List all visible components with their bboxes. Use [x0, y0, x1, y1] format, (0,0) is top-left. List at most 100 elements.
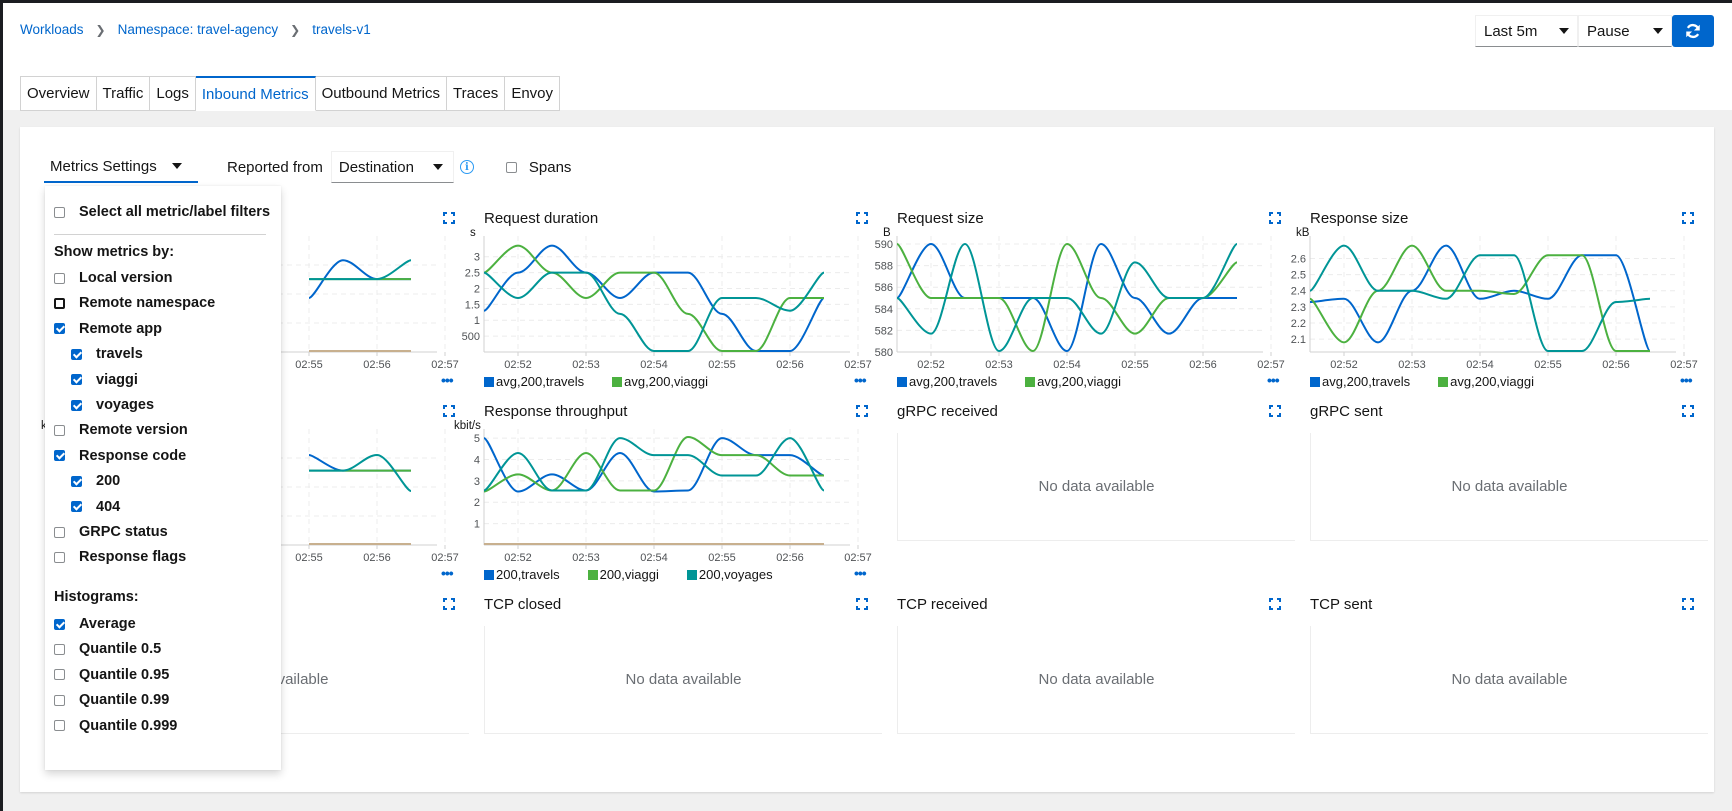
legend-item[interactable]: avg,200,viaggi [612, 374, 708, 389]
expand-icon[interactable] [856, 598, 868, 610]
checkbox[interactable] [71, 501, 82, 513]
more-options-icon[interactable]: ••• [854, 565, 867, 581]
checkbox[interactable] [71, 348, 82, 360]
legend-item[interactable]: avg,200,viaggi [1438, 374, 1534, 389]
legend-label: avg,200,travels [909, 374, 998, 389]
menu-item-remote-app[interactable]: Remote app [54, 321, 162, 337]
more-options-icon[interactable]: ••• [854, 372, 867, 388]
more-options-icon[interactable]: ••• [441, 372, 454, 388]
empty-panel-tcp-received: TCP received No data available [897, 596, 1295, 746]
more-options-icon[interactable]: ••• [441, 565, 454, 581]
series-line-200-voyages[interactable] [309, 453, 412, 492]
expand-icon[interactable] [1269, 212, 1281, 224]
chart-title: Request size [897, 210, 984, 227]
expand-icon[interactable] [443, 212, 455, 224]
breadcrumb-workloads[interactable]: Workloads [20, 22, 84, 37]
menu-item-response-flags[interactable]: Response flags [54, 549, 186, 565]
spans-checkbox[interactable]: Spans [505, 159, 571, 176]
checkbox[interactable] [71, 374, 82, 386]
tab-traces[interactable]: Traces [447, 76, 506, 111]
expand-icon[interactable] [1682, 598, 1694, 610]
tab-envoy[interactable]: Envoy [505, 76, 561, 111]
checkbox[interactable] [54, 297, 65, 309]
time-range-dropdown[interactable]: Last 5m [1475, 15, 1578, 47]
info-icon[interactable]: i [459, 160, 474, 174]
legend-item[interactable]: avg,200,viaggi [1025, 374, 1121, 389]
legend-item[interactable]: avg,200,travels [1310, 374, 1410, 389]
menu-item-grpc-status[interactable]: GRPC status [54, 524, 168, 540]
checkbox[interactable] [54, 669, 65, 681]
checkbox[interactable] [54, 618, 65, 630]
legend-item[interactable]: 200,viaggi [587, 567, 659, 582]
tab-overview[interactable]: Overview [20, 76, 97, 111]
x-tick-label: 02:52 [504, 552, 532, 564]
expand-icon[interactable] [1269, 405, 1281, 417]
checkbox[interactable] [54, 450, 65, 462]
expand-icon[interactable] [443, 405, 455, 417]
more-options-icon[interactable]: ••• [1267, 372, 1280, 388]
tab-inbound-metrics[interactable]: Inbound Metrics [195, 76, 316, 111]
legend-item[interactable]: 200,travels [484, 567, 560, 582]
menu-item-label: Quantile 0.999 [79, 717, 178, 734]
chart-plot: 02:52 02:53 02:54 02:55 02:56 02:57 1 2 3 4 5 [474, 429, 872, 564]
tab-logs[interactable]: Logs [150, 76, 196, 111]
checkbox[interactable] [71, 399, 82, 411]
menu-item-viaggi[interactable]: viaggi [71, 372, 138, 388]
expand-icon[interactable] [1682, 405, 1694, 417]
breadcrumb: Workloads ❯ Namespace: travel-agency ❯ t… [20, 22, 371, 37]
menu-item-label: 404 [96, 498, 121, 515]
menu-item-average[interactable]: Average [54, 616, 136, 632]
expand-icon[interactable] [1269, 598, 1281, 610]
checkbox[interactable] [54, 694, 65, 706]
menu-item-label: Response code [79, 447, 187, 464]
legend-label: avg,200,viaggi [624, 374, 709, 389]
menu-item-quantile-0-999[interactable]: Quantile 0.999 [54, 718, 177, 734]
x-tick-label: 02:57 [844, 552, 872, 564]
expand-icon[interactable] [856, 212, 868, 224]
y-tick-label: 2.5 [465, 268, 480, 280]
menu-item-label: 200 [96, 473, 121, 490]
menu-item-quantile-0-5[interactable]: Quantile 0.5 [54, 641, 161, 657]
spans-checkbox-box[interactable] [505, 161, 517, 173]
menu-item-select-all-metric-label-filters[interactable]: Select all metric/label filters [54, 204, 270, 220]
menu-item-404[interactable]: 404 [71, 499, 120, 515]
x-tick-label: 02:53 [1398, 359, 1426, 371]
sync-icon [1686, 23, 1700, 39]
menu-item-travels[interactable]: travels [71, 346, 143, 362]
checkbox[interactable] [71, 475, 82, 487]
menu-item-local-version[interactable]: Local version [54, 270, 172, 286]
metrics-settings-toggle[interactable]: Metrics Settings [44, 151, 198, 183]
legend-item[interactable]: avg,200,travels [484, 374, 584, 389]
x-tick-label: 02:57 [1257, 359, 1285, 371]
refresh-interval-dropdown[interactable]: Pause [1578, 15, 1672, 47]
legend-swatch [686, 569, 697, 580]
breadcrumb-namespace[interactable]: Namespace: travel-agency [118, 22, 279, 37]
menu-item-remote-namespace[interactable]: Remote namespace [54, 295, 215, 311]
menu-item-quantile-0-99[interactable]: Quantile 0.99 [54, 692, 169, 708]
menu-item-quantile-0-95[interactable]: Quantile 0.95 [54, 667, 169, 683]
checkbox[interactable] [54, 643, 65, 655]
menu-item-voyages[interactable]: voyages [71, 397, 154, 413]
reported-from-dropdown[interactable]: Destination [330, 151, 454, 183]
tab-traffic[interactable]: Traffic [96, 76, 151, 111]
expand-icon[interactable] [1682, 212, 1694, 224]
tab-outbound-metrics[interactable]: Outbound Metrics [315, 76, 448, 111]
checkbox[interactable] [54, 323, 65, 335]
checkbox[interactable] [54, 551, 65, 563]
tab-bar: Overview Traffic Logs Inbound Metrics Outbou… [20, 76, 561, 111]
menu-item-remote-version[interactable]: Remote version [54, 422, 188, 438]
menu-item-response-code[interactable]: Response code [54, 448, 186, 464]
checkbox[interactable] [54, 720, 65, 732]
checkbox[interactable] [54, 526, 65, 538]
more-options-icon[interactable]: ••• [1680, 372, 1693, 388]
menu-item-200[interactable]: 200 [71, 473, 120, 489]
legend-item[interactable]: 200,voyages [686, 567, 773, 582]
legend-item[interactable]: avg,200,travels [897, 374, 997, 389]
checkbox[interactable] [54, 206, 65, 218]
breadcrumb-workload[interactable]: travels-v1 [312, 22, 371, 37]
checkbox[interactable] [54, 424, 65, 436]
refresh-button[interactable] [1672, 15, 1714, 47]
expand-icon[interactable] [856, 405, 868, 417]
expand-icon[interactable] [443, 598, 455, 610]
checkbox[interactable] [54, 272, 65, 284]
